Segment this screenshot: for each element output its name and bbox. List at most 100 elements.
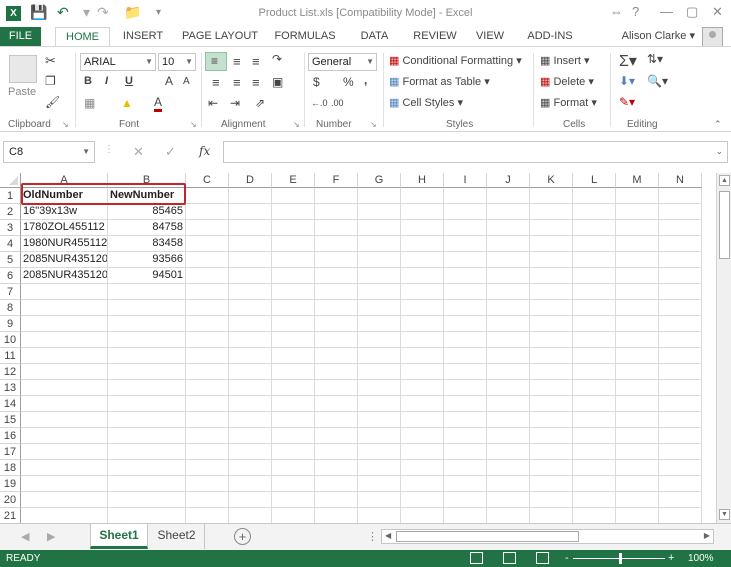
cell-k3[interactable] xyxy=(530,220,573,236)
cell-c21[interactable] xyxy=(186,508,229,523)
cell-a19[interactable] xyxy=(21,476,108,492)
cell-h19[interactable] xyxy=(401,476,444,492)
cell-g13[interactable] xyxy=(358,380,401,396)
cell-j15[interactable] xyxy=(487,412,530,428)
cell-b3[interactable]: 84758 xyxy=(108,220,186,236)
grow-font-button[interactable]: A xyxy=(165,74,173,88)
cell-a21[interactable] xyxy=(21,508,108,523)
cell-k1[interactable] xyxy=(530,188,573,204)
prev-sheet-icon[interactable]: ◀ xyxy=(21,530,29,543)
cell-h14[interactable] xyxy=(401,396,444,412)
cell-g8[interactable] xyxy=(358,300,401,316)
cell-m15[interactable] xyxy=(616,412,659,428)
row-header-3[interactable]: 3 xyxy=(0,220,21,236)
column-header-a[interactable]: A xyxy=(21,173,108,188)
cell-d13[interactable] xyxy=(229,380,272,396)
cell-c15[interactable] xyxy=(186,412,229,428)
cell-b2[interactable]: 85465 xyxy=(108,204,186,220)
cell-j6[interactable] xyxy=(487,268,530,284)
cell-c11[interactable] xyxy=(186,348,229,364)
cell-h3[interactable] xyxy=(401,220,444,236)
cell-n10[interactable] xyxy=(659,332,702,348)
cell-k6[interactable] xyxy=(530,268,573,284)
row-header-6[interactable]: 6 xyxy=(0,268,21,284)
cell-j21[interactable] xyxy=(487,508,530,523)
cell-f13[interactable] xyxy=(315,380,358,396)
cell-l11[interactable] xyxy=(573,348,616,364)
cell-e12[interactable] xyxy=(272,364,315,380)
cell-m8[interactable] xyxy=(616,300,659,316)
cell-a16[interactable] xyxy=(21,428,108,444)
cell-a1[interactable]: OldNumber xyxy=(21,188,108,204)
cell-m14[interactable] xyxy=(616,396,659,412)
row-header-5[interactable]: 5 xyxy=(0,252,21,268)
cell-f7[interactable] xyxy=(315,284,358,300)
cell-c14[interactable] xyxy=(186,396,229,412)
row-header-19[interactable]: 19 xyxy=(0,476,21,492)
cell-h12[interactable] xyxy=(401,364,444,380)
shrink-font-button[interactable]: A xyxy=(183,76,190,87)
cell-b10[interactable] xyxy=(108,332,186,348)
cell-l10[interactable] xyxy=(573,332,616,348)
cell-n15[interactable] xyxy=(659,412,702,428)
cell-h13[interactable] xyxy=(401,380,444,396)
align-right-icon[interactable]: ≡ xyxy=(252,75,260,90)
cell-c10[interactable] xyxy=(186,332,229,348)
cell-b14[interactable] xyxy=(108,396,186,412)
tab-view[interactable]: VIEW xyxy=(470,27,510,46)
cell-k5[interactable] xyxy=(530,252,573,268)
column-header-k[interactable]: K xyxy=(530,173,573,188)
cell-l19[interactable] xyxy=(573,476,616,492)
cell-k10[interactable] xyxy=(530,332,573,348)
cell-j19[interactable] xyxy=(487,476,530,492)
column-header-l[interactable]: L xyxy=(573,173,616,188)
sheet-tab-sheet2[interactable]: Sheet2 xyxy=(149,524,205,549)
cell-g2[interactable] xyxy=(358,204,401,220)
cell-d18[interactable] xyxy=(229,460,272,476)
cell-k13[interactable] xyxy=(530,380,573,396)
cell-i13[interactable] xyxy=(444,380,487,396)
cell-g18[interactable] xyxy=(358,460,401,476)
cell-a13[interactable] xyxy=(21,380,108,396)
scroll-right-icon[interactable]: ▶ xyxy=(704,531,710,540)
cell-c8[interactable] xyxy=(186,300,229,316)
cell-b15[interactable] xyxy=(108,412,186,428)
cell-e14[interactable] xyxy=(272,396,315,412)
tab-add-ins[interactable]: ADD-INS xyxy=(520,27,580,46)
cell-b20[interactable] xyxy=(108,492,186,508)
paste-button[interactable]: Paste xyxy=(8,86,36,98)
cell-l12[interactable] xyxy=(573,364,616,380)
bold-button[interactable]: B xyxy=(84,75,92,87)
percent-button[interactable]: % xyxy=(343,75,354,89)
cell-e21[interactable] xyxy=(272,508,315,523)
cell-b5[interactable]: 93566 xyxy=(108,252,186,268)
vertical-scrollbar[interactable]: ▲ ▼ xyxy=(716,173,731,523)
cell-l4[interactable] xyxy=(573,236,616,252)
font-launcher-icon[interactable]: ↘ xyxy=(190,120,197,129)
underline-button[interactable]: U xyxy=(125,75,133,87)
normal-view-icon[interactable] xyxy=(470,552,483,564)
cell-j14[interactable] xyxy=(487,396,530,412)
cell-j11[interactable] xyxy=(487,348,530,364)
cell-e5[interactable] xyxy=(272,252,315,268)
wrap-text-icon[interactable]: ↷ xyxy=(272,52,282,66)
cell-h8[interactable] xyxy=(401,300,444,316)
cell-f10[interactable] xyxy=(315,332,358,348)
cell-j7[interactable] xyxy=(487,284,530,300)
column-header-c[interactable]: C xyxy=(186,173,229,188)
cell-j3[interactable] xyxy=(487,220,530,236)
borders-icon[interactable]: ▦ xyxy=(84,96,95,110)
cell-d10[interactable] xyxy=(229,332,272,348)
cell-i1[interactable] xyxy=(444,188,487,204)
new-sheet-button[interactable]: + xyxy=(234,528,251,545)
restore-button[interactable]: ▢ xyxy=(686,4,698,20)
cell-i5[interactable] xyxy=(444,252,487,268)
cell-n18[interactable] xyxy=(659,460,702,476)
cell-h18[interactable] xyxy=(401,460,444,476)
format-cells-button[interactable]: ▦ Format ▾ xyxy=(540,96,597,109)
cell-f16[interactable] xyxy=(315,428,358,444)
cell-c1[interactable] xyxy=(186,188,229,204)
column-header-g[interactable]: G xyxy=(358,173,401,188)
cell-d15[interactable] xyxy=(229,412,272,428)
clear-icon[interactable]: ✎▾ xyxy=(619,95,635,109)
